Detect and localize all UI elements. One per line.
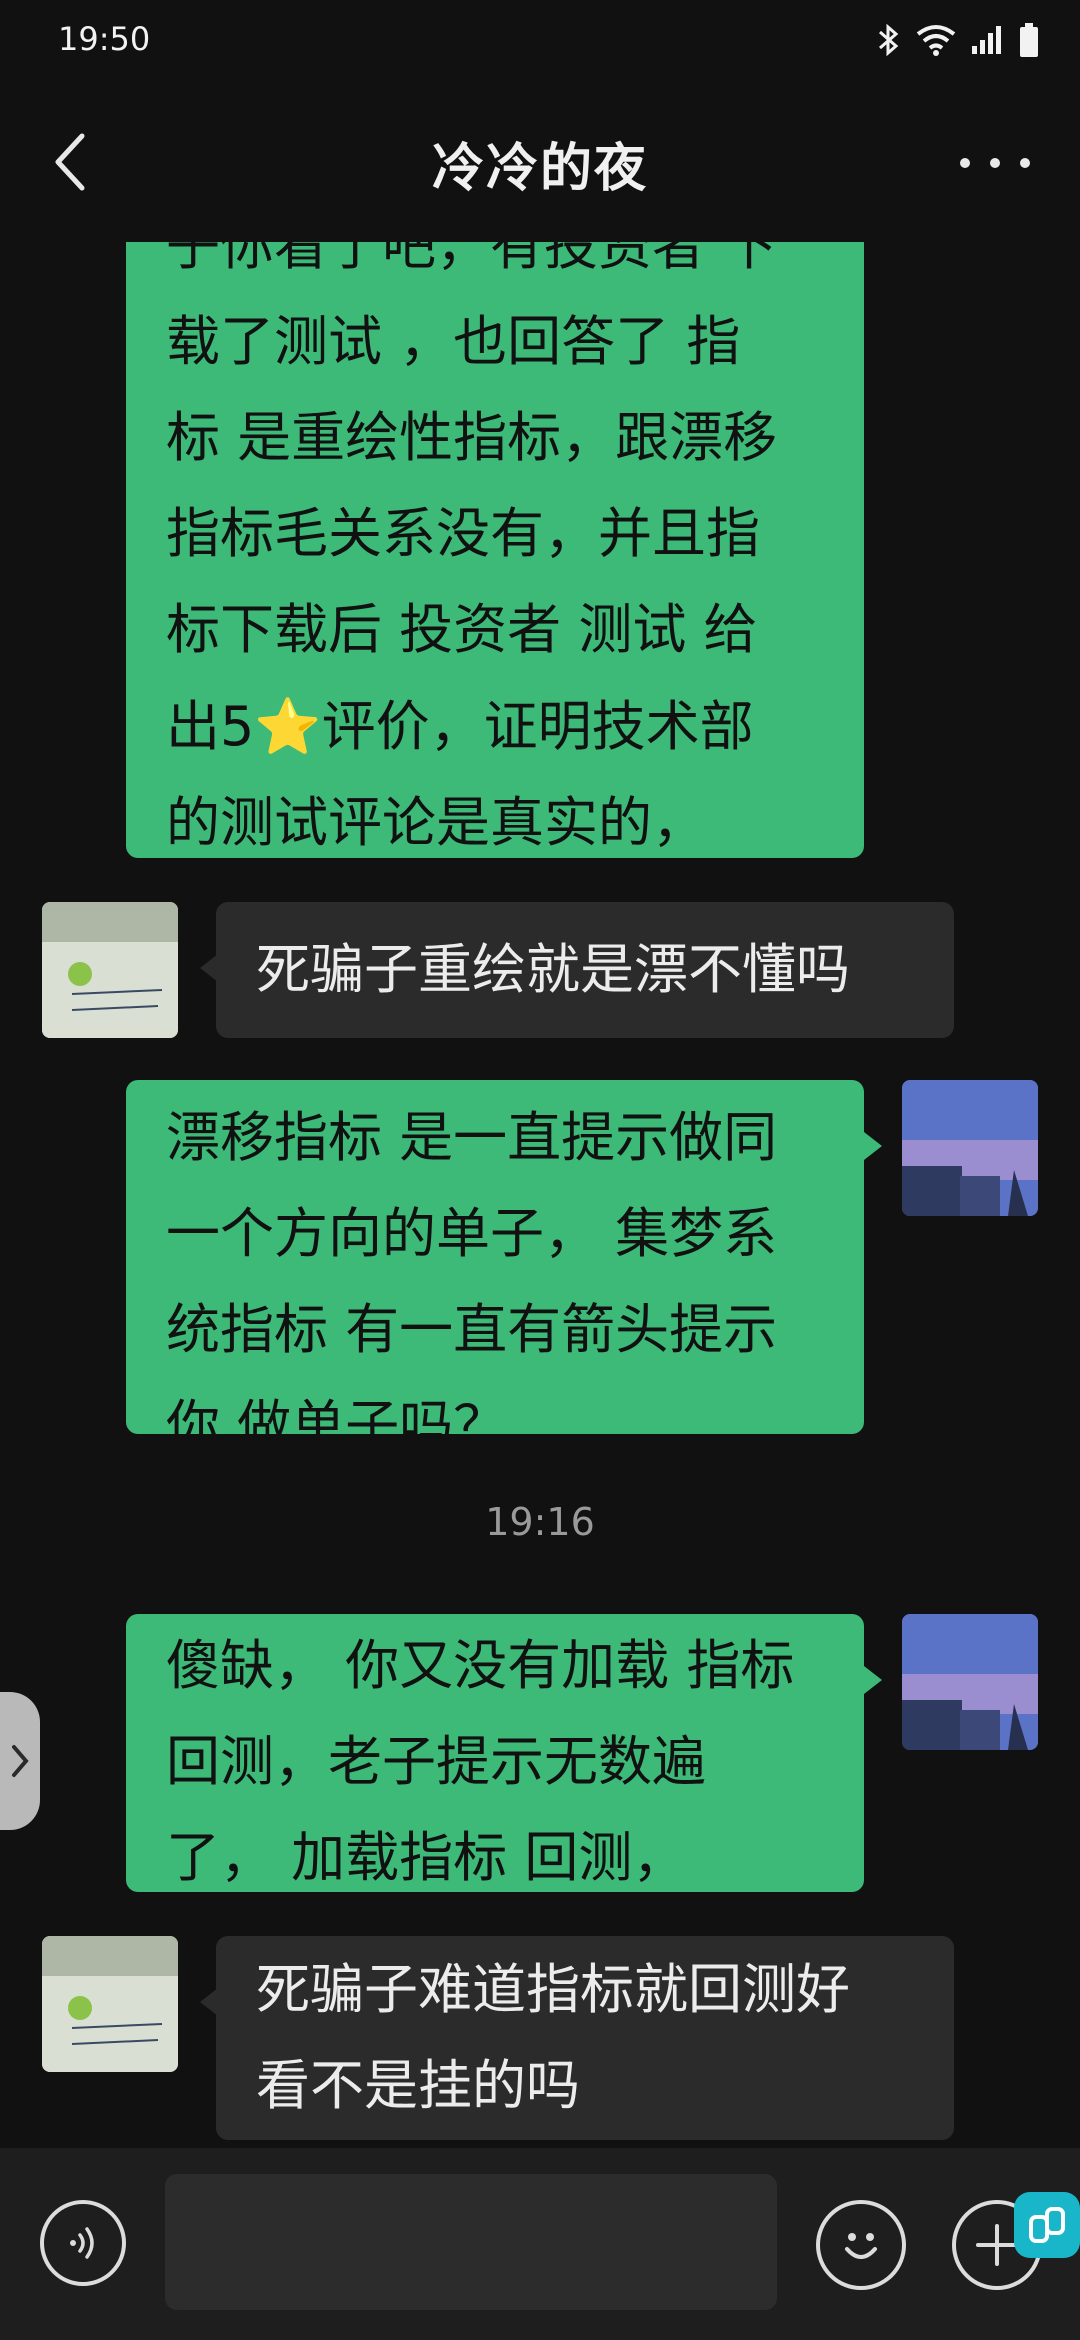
voice-icon [70,2227,94,2259]
my-avatar[interactable] [902,1614,1038,1750]
message-bubble-outgoing[interactable]: 子你看了吧，有投资者 下 载了测试 ，也回答了 指 标 是重绘性指标，跟漂移 指… [126,242,864,858]
avatar-image [902,1080,1038,1216]
battery-icon [1020,23,1038,57]
message-line: 统指标 有一直有箭头提示 [166,1298,778,1362]
message-line: 回测，老子提示无数遍 [166,1730,706,1794]
contact-avatar[interactable] [42,902,178,1038]
chat-header: 冷冷的夜 [0,80,1080,240]
message-line-part: 出5 [166,694,255,758]
message-line: 标 是重绘性指标，跟漂移 [166,406,778,470]
avatar-image [42,1936,178,2072]
message-bubble-outgoing[interactable]: 傻缺， 你又没有加载 指标 回测，老子提示无数遍 了， 加载指标 回测， [126,1614,864,1892]
message-line: 了， 加载指标 回测， [166,1826,687,1890]
message-list[interactable]: 子你看了吧，有投资者 下 载了测试 ，也回答了 指 标 是重绘性指标，跟漂移 指… [0,242,1080,2147]
message-line: 死骗子难道指标就回测好 [256,1958,850,2021]
wifi-icon [916,25,956,56]
message-line: 死骗子重绘就是漂不懂吗 [256,938,850,1001]
message-line: 看不是挂的吗 [256,2054,580,2118]
my-avatar[interactable] [902,1080,1038,1216]
avatar-image [902,1614,1038,1750]
status-time: 19:50 [58,20,151,58]
emoji-icon [845,2233,877,2259]
star-emoji-icon: ⭐ [254,694,322,758]
more-options-button[interactable] [960,148,1030,178]
bubble-tail [864,1666,882,1694]
message-line: 出5⭐评价，证明技术部 [166,679,824,775]
message-line: 的测试评论是真实的， [166,790,706,854]
message-line: 标下载后 投资者 测试 给 [166,598,758,662]
message-line-part: 评价，证明技术部 [321,694,754,758]
message-line: 指标毛关系没有，并且指 [166,502,760,566]
bluetooth-icon [879,23,899,57]
message-timestamp: 19:16 [485,1500,595,1544]
message-bubble-outgoing[interactable]: 漂移指标 是一直提示做同 一个方向的单子， 集梦系 统指标 有一直有箭头提示 你… [126,1080,864,1457]
chevron-right-icon [12,1745,29,1777]
signal-icon [972,26,1001,54]
message-line: 载了测试 ，也回答了 指 [166,310,741,374]
message-line: 你 做单子吗？ [166,1394,508,1458]
bubble-tail [864,1132,882,1160]
status-icons [876,20,1040,60]
message-input[interactable] [165,2174,777,2310]
message-line: 子你看了吧，有投资者 下 [166,242,778,277]
message-line: 一个方向的单子， 集梦系 [166,1202,778,1266]
more-dots-icon [960,158,970,168]
more-dot [990,158,1000,168]
avatar-image [42,902,178,1038]
link-app-icon [1029,2207,1065,2243]
message-bubble-incoming[interactable]: 死骗子难道指标就回测好 看不是挂的吗 [216,1936,954,2140]
message-line: 傻缺， 你又没有加载 指标 [166,1634,795,1697]
input-bar [0,2148,1080,2340]
side-expand-handle[interactable] [0,1692,40,1830]
message-line: 漂移指标 是一直提示做同 [166,1106,778,1169]
message-bubble-incoming[interactable]: 死骗子重绘就是漂不懂吗 [216,902,954,1038]
contact-avatar[interactable] [42,1936,178,2072]
chat-title: 冷冷的夜 [431,139,648,199]
status-bar: 19:50 [0,0,1080,80]
floating-app-badge[interactable] [1014,2192,1080,2258]
more-dot [1020,158,1030,168]
voice-button[interactable] [40,2200,126,2286]
emoji-button[interactable] [816,2200,906,2290]
